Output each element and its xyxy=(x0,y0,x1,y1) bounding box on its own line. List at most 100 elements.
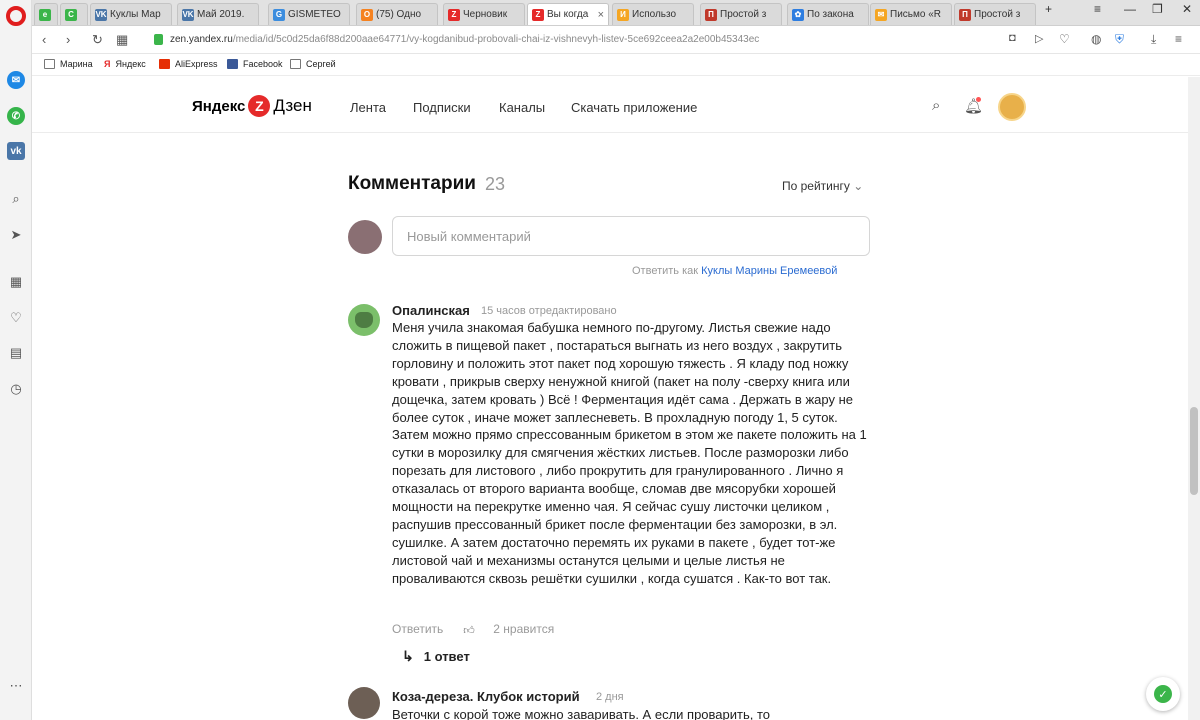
zen-logo[interactable]: Яндекс Z Дзен xyxy=(192,95,312,117)
history-icon[interactable]: ◷ xyxy=(6,379,26,399)
avatar[interactable] xyxy=(998,93,1026,121)
menu-icon[interactable]: ≡ xyxy=(1175,32,1182,46)
yandex-icon: Я xyxy=(104,59,111,69)
bookmark-folder[interactable]: Марина xyxy=(44,59,93,69)
download-icon[interactable]: ⤓ xyxy=(1151,32,1156,47)
comment-meta: 2 дня xyxy=(596,691,624,703)
reply-arrow-icon: ↳ xyxy=(402,648,414,664)
close-window-button[interactable]: ✕ xyxy=(1182,2,1192,16)
messenger-icon[interactable]: ✉ xyxy=(6,70,26,90)
bookmark-folder[interactable]: Сергей xyxy=(290,59,336,69)
zen-header: Яндекс Z Дзен Лента Подписки Каналы Скач… xyxy=(32,77,1188,133)
scrollbar[interactable] xyxy=(1188,77,1200,720)
search-icon[interactable]: ⌕ xyxy=(932,97,940,114)
avatar[interactable] xyxy=(348,304,380,336)
check-icon: ✓ xyxy=(1154,685,1172,703)
comment-author[interactable]: Опалинская xyxy=(392,303,470,318)
tab-1[interactable]: VK Май 2019. xyxy=(177,3,259,25)
tab-label: Простой з xyxy=(720,9,767,20)
opera-sidebar: ✉ ✆ vk ⌕ ➤ ▦ ♡ ▤ ◷ ⋯ xyxy=(0,0,32,720)
more-icon[interactable]: ⋯ xyxy=(6,676,26,696)
search-icon[interactable]: ⌕ xyxy=(6,189,26,209)
edge-icon: e xyxy=(39,8,51,21)
tab-green[interactable]: C xyxy=(60,3,88,25)
bookmark-aliexpress[interactable]: AliExpress xyxy=(159,59,218,69)
maximize-button[interactable]: ❐ xyxy=(1152,2,1163,16)
speed-dial-icon[interactable]: ▦ xyxy=(116,32,128,48)
forward-icon[interactable]: › xyxy=(66,32,70,47)
new-tab-button[interactable]: + xyxy=(1045,2,1052,16)
minimize-button[interactable]: — xyxy=(1124,2,1136,16)
address-bar: ‹ › ↻ ▦ zen.yandex.ru/media/id/5c0d25da6… xyxy=(32,26,1200,54)
reply-as-link[interactable]: Куклы Марины Еремеевой xyxy=(701,265,837,277)
tab-0[interactable]: VK Куклы Мар xyxy=(90,3,172,25)
replies-toggle[interactable]: ↳ 1 ответ xyxy=(402,648,470,665)
send-icon[interactable]: ▷ xyxy=(1035,32,1043,45)
tab-8[interactable]: ✿ По закона xyxy=(787,3,869,25)
reload-icon[interactable]: ↻ xyxy=(92,32,103,48)
nav-subscriptions[interactable]: Подписки xyxy=(413,100,471,115)
tab-label: (75) Одно xyxy=(376,9,422,20)
vpn-icon[interactable]: ◍ xyxy=(1091,32,1101,46)
camera-icon[interactable]: ◘ xyxy=(1009,32,1016,44)
comment-author[interactable]: Коза-дереза. Клубок историй xyxy=(392,689,580,704)
scroll-thumb[interactable] xyxy=(1190,407,1198,495)
odnoklassniki-icon: О xyxy=(361,8,373,21)
tab-2[interactable]: G GISMETEO xyxy=(268,3,350,25)
tab-menu-icon[interactable]: ≡ xyxy=(1094,2,1101,16)
nav-feed[interactable]: Лента xyxy=(350,100,386,115)
tab-label: Май 2019. xyxy=(197,9,245,20)
new-comment-input[interactable] xyxy=(392,216,870,256)
tab-10[interactable]: П Простой з xyxy=(954,3,1036,25)
adblock-shield-icon[interactable]: ⛨ xyxy=(1115,32,1124,47)
news-icon[interactable]: ▤ xyxy=(6,343,26,363)
owl-icon xyxy=(355,312,373,328)
nav-download-app[interactable]: Скачать приложение xyxy=(571,100,697,115)
nav-channels[interactable]: Каналы xyxy=(499,100,545,115)
tab-6[interactable]: И Использо xyxy=(612,3,694,25)
vk-icon[interactable]: vk xyxy=(6,141,26,161)
reply-button[interactable]: Ответить xyxy=(392,622,443,636)
tab-label: Простой з xyxy=(974,9,1021,20)
close-icon[interactable]: × xyxy=(598,9,604,21)
url-field[interactable]: zen.yandex.ru/media/id/5c0d25da6f88d200a… xyxy=(170,34,759,45)
comment-actions: Ответить 👍︎ 2 нравится xyxy=(392,622,555,637)
reply-as: Ответить как Куклы Марины Еремеевой xyxy=(632,265,838,277)
lock-icon[interactable] xyxy=(154,34,163,45)
bookmark-yandex[interactable]: Я Яндекс xyxy=(104,59,146,69)
tab-3[interactable]: О (75) Одно xyxy=(356,3,438,25)
speed-dial-icon[interactable]: ▦ xyxy=(6,272,26,292)
tab-bar: e C VK Куклы Мар VK Май 2019. G GISMETEO О (75)… xyxy=(32,0,1200,26)
facebook-icon xyxy=(227,59,238,69)
heart-icon[interactable]: ♡ xyxy=(1059,32,1070,46)
back-icon[interactable]: ‹ xyxy=(42,32,46,47)
avatar[interactable] xyxy=(348,687,380,719)
tab-5[interactable]: Z Вы когда × xyxy=(527,3,609,25)
sort-dropdown[interactable]: По рейтингу ⌄ xyxy=(782,179,863,193)
c-icon: C xyxy=(65,8,77,21)
folder-icon xyxy=(290,59,301,69)
send-icon[interactable]: ➤ xyxy=(6,225,26,245)
comment-text: Веточки с корой тоже можно заваривать. А… xyxy=(392,707,771,720)
tab-edge[interactable]: e xyxy=(34,3,58,25)
site-icon: П xyxy=(959,8,971,21)
like-icon[interactable]: 👍︎ xyxy=(463,624,475,637)
tab-9[interactable]: ✉ Письмо «R xyxy=(870,3,952,25)
mail-icon: ✉ xyxy=(875,8,887,21)
tab-label: Вы когда xyxy=(547,9,589,20)
bookmarks-bar: Марина Я Яндекс AliExpress Facebook Серге… xyxy=(32,54,1200,76)
tab-label: Письмо «R xyxy=(890,9,941,20)
chevron-down-icon: ⌄ xyxy=(853,179,864,193)
heart-icon[interactable]: ♡ xyxy=(6,308,26,328)
whatsapp-icon[interactable]: ✆ xyxy=(6,106,26,126)
tab-7[interactable]: П Простой з xyxy=(700,3,782,25)
avatar xyxy=(348,220,382,254)
protection-shield-button[interactable]: ✓ xyxy=(1146,677,1180,711)
likes-count: 2 нравится xyxy=(493,622,555,636)
tab-4[interactable]: Z Черновик xyxy=(443,3,525,25)
opera-logo-icon[interactable] xyxy=(6,6,26,26)
tab-label: Использо xyxy=(632,9,677,20)
comment-text: Меня учила знакомая бабушка немного по-д… xyxy=(392,320,867,586)
bookmark-facebook[interactable]: Facebook xyxy=(227,59,283,69)
tab-label: По закона xyxy=(807,9,854,20)
